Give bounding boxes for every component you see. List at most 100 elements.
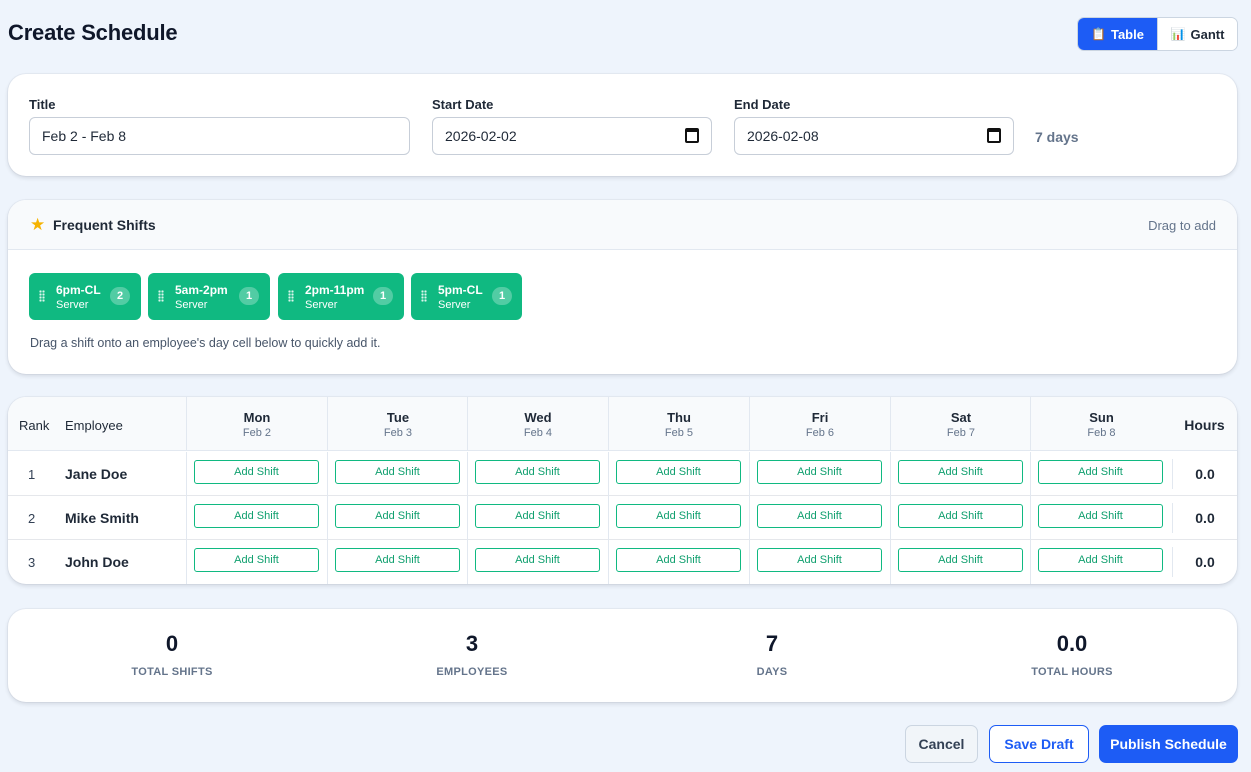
shift-time: 5pm-CL — [438, 283, 483, 297]
drag-handle-icon[interactable] — [39, 290, 45, 302]
gantt-view-button[interactable]: 📊 Gantt — [1157, 18, 1237, 50]
day-cell[interactable]: Add Shift — [467, 496, 608, 540]
add-shift-button[interactable]: Add Shift — [1038, 460, 1163, 484]
day-cell[interactable]: Add Shift — [608, 496, 749, 540]
title-label: Title — [29, 97, 56, 112]
day-cell[interactable]: Add Shift — [186, 540, 327, 584]
start-date-label: Start Date — [432, 97, 494, 112]
publish-schedule-button[interactable]: Publish Schedule — [1099, 725, 1238, 763]
duration-label: 7 days — [1035, 129, 1079, 145]
shift-chip[interactable]: 5am-2pm Server 1 — [148, 273, 270, 320]
day-cell[interactable]: Add Shift — [327, 452, 468, 496]
day-date: Feb 3 — [383, 427, 413, 439]
table-row: 2 Mike Smith Add Shift Add Shift Add Shi… — [8, 496, 1237, 540]
day-cell[interactable]: Add Shift — [890, 496, 1031, 540]
day-cell[interactable]: Add Shift — [467, 452, 608, 496]
add-shift-button[interactable]: Add Shift — [757, 504, 882, 528]
day-cell[interactable]: Add Shift — [327, 496, 468, 540]
stat-total-hours: 0.0 TOTAL HOURS — [972, 631, 1172, 678]
stat-label: TOTAL HOURS — [1031, 666, 1113, 678]
add-shift-button[interactable]: Add Shift — [898, 504, 1023, 528]
day-cell[interactable]: Add Shift — [749, 496, 890, 540]
add-shift-button[interactable]: Add Shift — [757, 460, 882, 484]
add-shift-button[interactable]: Add Shift — [194, 504, 319, 528]
day-header-sun: Sun Feb 8 — [1030, 397, 1172, 451]
day-header-wed: Wed Feb 4 — [467, 397, 608, 451]
employee-rank: 1 — [28, 467, 36, 482]
day-cell[interactable]: Add Shift — [1030, 452, 1172, 496]
hours-header: Hours — [1184, 417, 1225, 433]
shift-time: 5am-2pm — [175, 283, 228, 297]
day-name: Mon — [243, 410, 271, 425]
employee-rank: 2 — [28, 511, 36, 526]
add-shift-button[interactable]: Add Shift — [475, 548, 600, 572]
drag-handle-icon[interactable] — [421, 290, 427, 302]
day-cell[interactable]: Add Shift — [1030, 496, 1172, 540]
drag-handle-icon[interactable] — [158, 290, 164, 302]
save-draft-button[interactable]: Save Draft — [989, 725, 1089, 763]
shift-chip[interactable]: 6pm-CL Server 2 — [29, 273, 141, 320]
day-date: Feb 6 — [805, 427, 835, 439]
add-shift-button[interactable]: Add Shift — [1038, 548, 1163, 572]
calendar-icon[interactable] — [987, 128, 1001, 143]
calendar-icon[interactable] — [685, 128, 699, 143]
end-date-value: 2026-02-08 — [747, 128, 819, 144]
day-cell[interactable]: Add Shift — [186, 452, 327, 496]
drag-hint: Drag to add — [1148, 218, 1216, 233]
table-view-button[interactable]: 📋 Table — [1078, 18, 1157, 50]
stat-days: 7 DAYS — [672, 631, 872, 678]
shift-chip[interactable]: 5pm-CL Server 1 — [411, 273, 522, 320]
start-date-value: 2026-02-02 — [445, 128, 517, 144]
day-date: Feb 7 — [946, 427, 976, 439]
stat-label: DAYS — [756, 666, 788, 678]
employee-name: John Doe — [65, 554, 129, 570]
day-cell[interactable]: Add Shift — [186, 496, 327, 540]
table-header: Rank Employee Mon Feb 2 Tue Feb 3 Wed Fe… — [8, 397, 1237, 451]
day-cell[interactable]: Add Shift — [608, 540, 749, 584]
day-cell[interactable]: Add Shift — [608, 452, 749, 496]
day-date: Feb 2 — [242, 427, 272, 439]
schedule-stats-card: 0 TOTAL SHIFTS 3 EMPLOYEES 7 DAYS 0.0 TO… — [8, 609, 1237, 702]
add-shift-button[interactable]: Add Shift — [335, 504, 460, 528]
add-shift-button[interactable]: Add Shift — [898, 548, 1023, 572]
day-cell[interactable]: Add Shift — [1030, 540, 1172, 584]
day-header-mon: Mon Feb 2 — [186, 397, 327, 451]
shift-chip[interactable]: 2pm-11pm Server 1 — [278, 273, 404, 320]
shift-role: Server — [175, 299, 208, 311]
add-shift-button[interactable]: Add Shift — [616, 460, 741, 484]
frequent-shifts-header: ★ Frequent Shifts Drag to add — [8, 200, 1237, 250]
add-shift-button[interactable]: Add Shift — [1038, 504, 1163, 528]
add-shift-button[interactable]: Add Shift — [335, 460, 460, 484]
add-shift-button[interactable]: Add Shift — [475, 460, 600, 484]
add-shift-button[interactable]: Add Shift — [616, 504, 741, 528]
add-shift-button[interactable]: Add Shift — [335, 548, 460, 572]
day-date: Feb 8 — [1087, 427, 1116, 439]
day-cell[interactable]: Add Shift — [890, 452, 1031, 496]
day-name: Sat — [950, 410, 972, 425]
day-cell[interactable]: Add Shift — [749, 452, 890, 496]
shift-time: 2pm-11pm — [305, 283, 365, 297]
day-name: Fri — [811, 410, 829, 425]
stat-value: 0 — [165, 631, 179, 656]
add-shift-button[interactable]: Add Shift — [475, 504, 600, 528]
end-date-input[interactable]: 2026-02-08 — [734, 117, 1014, 155]
start-date-input[interactable]: 2026-02-02 — [432, 117, 712, 155]
add-shift-button[interactable]: Add Shift — [616, 548, 741, 572]
add-shift-button[interactable]: Add Shift — [898, 460, 1023, 484]
add-shift-button[interactable]: Add Shift — [194, 460, 319, 484]
page-title: Create Schedule — [8, 20, 178, 45]
rank-header: Rank — [19, 418, 50, 433]
add-shift-button[interactable]: Add Shift — [757, 548, 882, 572]
cancel-button[interactable]: Cancel — [905, 725, 978, 763]
day-date: Feb 5 — [664, 427, 694, 439]
day-cell[interactable]: Add Shift — [749, 540, 890, 584]
stat-value: 3 — [465, 631, 479, 656]
drag-handle-icon[interactable] — [288, 290, 294, 302]
add-shift-button[interactable]: Add Shift — [194, 548, 319, 572]
day-cell[interactable]: Add Shift — [467, 540, 608, 584]
employee-hours: 0.0 — [1172, 547, 1237, 577]
title-input[interactable]: Feb 2 - Feb 8 — [29, 117, 410, 155]
day-cell[interactable]: Add Shift — [327, 540, 468, 584]
day-cell[interactable]: Add Shift — [890, 540, 1031, 584]
stat-value: 0.0 — [1056, 631, 1088, 656]
